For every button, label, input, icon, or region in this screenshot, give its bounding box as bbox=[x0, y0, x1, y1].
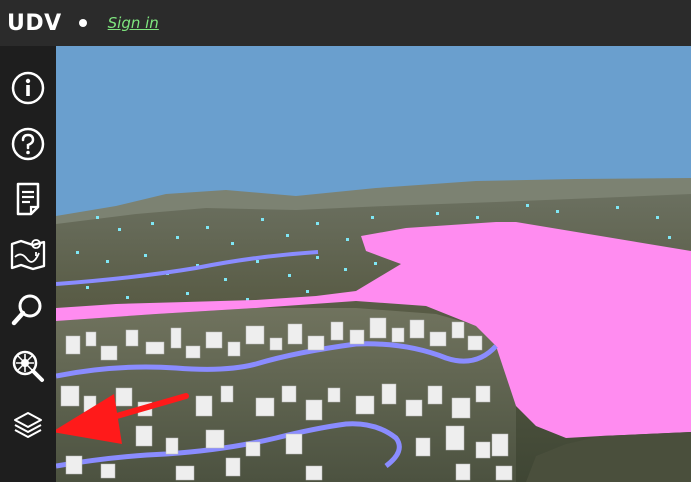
sidebar-item-search-details[interactable] bbox=[9, 347, 47, 385]
sidebar-item-map[interactable] bbox=[9, 236, 47, 274]
top-bar: UDV Sign in bbox=[0, 0, 691, 46]
help-icon bbox=[11, 127, 45, 161]
app-title: UDV bbox=[7, 10, 62, 36]
search-icon bbox=[11, 294, 42, 326]
sidebar-item-documents[interactable] bbox=[9, 180, 47, 218]
info-icon bbox=[11, 71, 45, 105]
status-dot bbox=[78, 19, 87, 27]
search-details-icon bbox=[12, 350, 44, 382]
sidebar-item-layers[interactable] bbox=[9, 407, 47, 445]
layers-icon bbox=[14, 412, 42, 438]
map-viewport[interactable] bbox=[56, 46, 691, 482]
sidebar-item-help[interactable] bbox=[9, 125, 47, 163]
sidebar bbox=[0, 46, 56, 482]
sidebar-item-info[interactable] bbox=[9, 69, 47, 107]
sign-in-link[interactable]: Sign in bbox=[108, 14, 159, 32]
map-icon bbox=[10, 239, 46, 271]
document-icon bbox=[16, 182, 40, 216]
sidebar-item-search[interactable] bbox=[9, 291, 47, 329]
